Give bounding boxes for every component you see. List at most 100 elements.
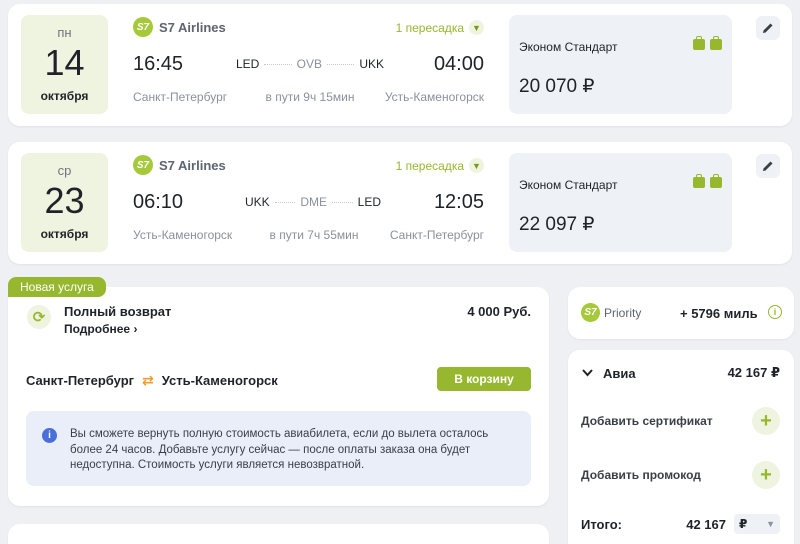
swap-arrows-icon: ⇄ bbox=[142, 372, 154, 388]
refresh-icon: ⟳ bbox=[27, 305, 51, 329]
total-label: Итого: bbox=[581, 516, 622, 532]
avia-label: Авиа bbox=[603, 365, 636, 381]
priority-name: Priority bbox=[604, 305, 642, 320]
fare-price: 20 070 ₽ bbox=[519, 76, 595, 97]
flight-card-return: ср 23 октября S7 S7 Airlines 1 пересадка… bbox=[8, 142, 792, 264]
fare-price: 22 097 ₽ bbox=[519, 214, 595, 235]
service-route: Санкт-Петербург ⇄ Усть-Каменогорск bbox=[26, 372, 278, 389]
baggage-icon bbox=[710, 36, 722, 50]
currency-select[interactable]: ₽ ▼ bbox=[734, 514, 780, 534]
baggage-icon bbox=[710, 174, 722, 188]
chevron-down-icon: ▼ bbox=[766, 519, 775, 529]
pencil-icon bbox=[763, 23, 773, 33]
order-summary: Авиа 42 167 ₽ Добавить сертификат + Доба… bbox=[568, 350, 794, 544]
details-label: Подробнее bbox=[64, 322, 131, 336]
airline: S7 S7 Airlines bbox=[133, 17, 226, 37]
airline-name: S7 Airlines bbox=[159, 19, 226, 35]
chevron-down-icon: ▼ bbox=[469, 158, 484, 173]
info-icon[interactable]: i bbox=[768, 305, 782, 319]
duration: в пути 7ч 55мин bbox=[269, 228, 359, 242]
next-card bbox=[8, 524, 549, 544]
avia-total: 42 167 ₽ bbox=[727, 365, 780, 380]
route-divider bbox=[264, 63, 292, 65]
airline-name: S7 Airlines bbox=[159, 157, 226, 173]
fare-name: Эконом Стандарт bbox=[519, 178, 618, 192]
total-row: Итого: 42 167 ₽ ▼ bbox=[581, 514, 780, 534]
date-box: пн 14 октября bbox=[21, 15, 108, 114]
service-title: Полный возврат bbox=[64, 304, 172, 319]
route-codes: UKK DME LED bbox=[245, 195, 381, 209]
route-to: Усть-Каменогорск bbox=[161, 373, 278, 388]
add-certificate-row: Добавить сертификат + bbox=[581, 407, 780, 435]
transfer-label: 1 пересадка bbox=[395, 20, 464, 35]
priority-card: S7 Priority + 5796 миль i bbox=[568, 287, 794, 339]
route-divider bbox=[332, 201, 353, 203]
fare-icons bbox=[693, 174, 722, 188]
via-code: OVB bbox=[296, 57, 322, 71]
fare-box[interactable]: Эконом Стандарт 22 097 ₽ bbox=[509, 153, 732, 252]
flight-card-outbound: пн 14 октября S7 S7 Airlines 1 пересадка… bbox=[8, 4, 792, 126]
to-code: LED bbox=[357, 195, 382, 209]
details-link[interactable]: Подробнее › bbox=[64, 322, 137, 336]
route-codes: LED OVB UKK bbox=[236, 57, 384, 71]
day-number: 23 bbox=[44, 180, 85, 221]
add-to-cart-button[interactable]: В корзину bbox=[437, 367, 531, 391]
edit-button[interactable] bbox=[756, 16, 780, 40]
hand-luggage-icon bbox=[693, 36, 705, 50]
from-code: LED bbox=[236, 57, 260, 71]
via-code: DME bbox=[300, 195, 328, 209]
add-promo-plus-icon[interactable]: + bbox=[752, 461, 780, 489]
from-code: UKK bbox=[245, 195, 270, 209]
departure-time: 06:10 bbox=[133, 191, 184, 213]
day-of-week: пн bbox=[57, 25, 72, 40]
fare-name: Эконом Стандарт bbox=[519, 40, 618, 54]
arrival-city: Усть-Каменогорск bbox=[384, 90, 484, 104]
day-number: 14 bbox=[44, 42, 85, 83]
avia-row[interactable]: Авиа 42 167 ₽ bbox=[582, 365, 780, 381]
hand-luggage-icon bbox=[693, 174, 705, 188]
duration: в пути 9ч 15мин bbox=[265, 90, 355, 104]
miles-earned: + 5796 миль bbox=[680, 306, 758, 321]
fare-icons bbox=[693, 36, 722, 50]
route-divider bbox=[274, 201, 296, 203]
edit-button[interactable] bbox=[756, 154, 780, 178]
new-service-badge: Новая услуга bbox=[8, 277, 106, 297]
day-of-week: ср bbox=[57, 163, 72, 178]
chevron-down-icon: ▼ bbox=[469, 20, 484, 35]
departure-city: Усть-Каменогорск bbox=[133, 228, 233, 242]
add-promo-row: Добавить промокод + bbox=[581, 461, 780, 489]
s7-logo-icon: S7 bbox=[133, 17, 153, 37]
avia-toggle: Авиа bbox=[582, 366, 636, 381]
arrival-city: Санкт-Петербург bbox=[389, 228, 484, 242]
pencil-icon bbox=[763, 161, 773, 171]
month: октября bbox=[40, 227, 89, 241]
route-from: Санкт-Петербург bbox=[26, 373, 135, 388]
currency-value: ₽ bbox=[739, 517, 748, 531]
route-divider bbox=[327, 63, 355, 65]
airline: S7 S7 Airlines bbox=[133, 155, 226, 175]
s7-logo-icon: S7 bbox=[581, 303, 600, 322]
transfer-toggle[interactable]: 1 пересадка ▼ bbox=[396, 20, 484, 35]
info-icon: i bbox=[42, 428, 57, 443]
arrival-time: 04:00 bbox=[433, 53, 484, 75]
refund-service-card: ⟳ Полный возврат Подробнее › 4 000 Руб. … bbox=[8, 287, 549, 506]
service-price: 4 000 Руб. bbox=[467, 304, 531, 319]
fare-box[interactable]: Эконом Стандарт 20 070 ₽ bbox=[509, 15, 732, 114]
date-box: ср 23 октября bbox=[21, 153, 108, 252]
departure-time: 16:45 bbox=[133, 53, 184, 75]
s7-logo-icon: S7 bbox=[133, 155, 153, 175]
chevron-down-icon bbox=[582, 369, 593, 377]
priority-logo: S7 Priority bbox=[581, 303, 641, 322]
arrival-time: 12:05 bbox=[433, 191, 484, 213]
add-promo-label: Добавить промокод bbox=[581, 468, 701, 482]
add-certificate-label: Добавить сертификат bbox=[581, 414, 713, 428]
transfer-toggle[interactable]: 1 пересадка ▼ bbox=[396, 158, 484, 173]
info-text: Вы сможете вернуть полную стоимость авиа… bbox=[70, 428, 489, 471]
transfer-label: 1 пересадка bbox=[395, 158, 464, 173]
info-notice: i Вы сможете вернуть полную стоимость ав… bbox=[26, 411, 531, 486]
departure-city: Санкт-Петербург bbox=[133, 90, 228, 104]
add-certificate-plus-icon[interactable]: + bbox=[752, 407, 780, 435]
month: октября bbox=[40, 89, 89, 103]
chevron-right-icon: › bbox=[133, 322, 138, 336]
total-value: 42 167 bbox=[686, 516, 726, 532]
